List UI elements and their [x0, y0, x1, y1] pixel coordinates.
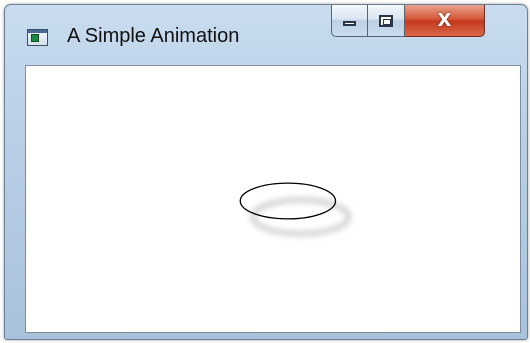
minimize-icon — [343, 21, 356, 26]
application-window-icon[interactable] — [27, 29, 48, 46]
maximize-button[interactable] — [368, 5, 405, 37]
title-bar[interactable]: A Simple Animation X — [5, 5, 527, 63]
window-title: A Simple Animation — [67, 25, 240, 47]
animation-canvas — [25, 65, 521, 333]
app-window: A Simple Animation X — [4, 4, 528, 340]
close-button[interactable]: X — [405, 5, 485, 37]
minimize-button[interactable] — [331, 5, 368, 37]
caption-buttons: X — [331, 5, 485, 37]
maximize-icon — [379, 14, 393, 27]
animation-scene — [239, 182, 352, 237]
close-icon: X — [437, 10, 452, 31]
